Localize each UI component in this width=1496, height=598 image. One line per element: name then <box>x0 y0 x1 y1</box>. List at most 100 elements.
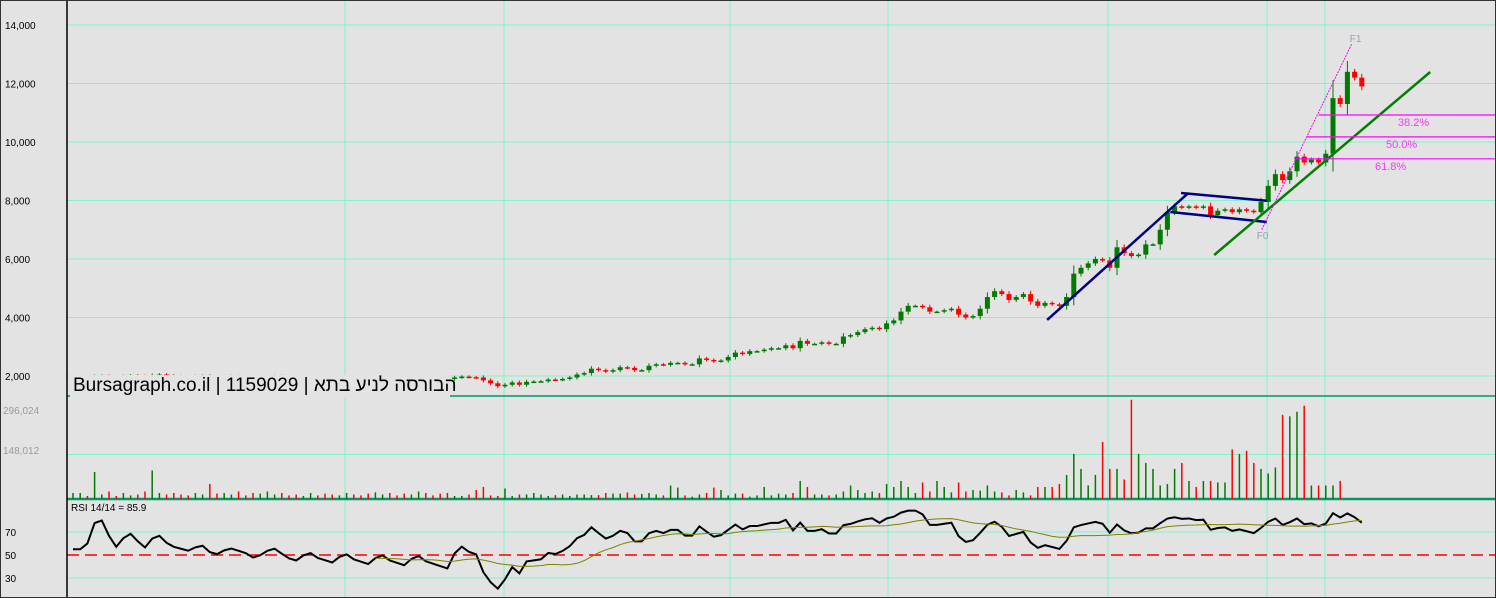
rsi-tick-label: 50 <box>5 551 17 562</box>
candle-down <box>790 345 796 349</box>
candle-up <box>977 308 983 317</box>
candle-up <box>1078 267 1084 274</box>
candle-up <box>696 358 702 365</box>
candle-down <box>1193 206 1199 208</box>
candle-up <box>1143 244 1149 255</box>
candle-up <box>768 348 774 350</box>
candle-up <box>1215 210 1221 216</box>
candle-up <box>1200 206 1206 208</box>
candle-down <box>596 368 602 371</box>
candle-up <box>1085 263 1091 268</box>
candle-up <box>848 335 854 337</box>
candle-up <box>545 379 551 382</box>
candle-up <box>1258 201 1264 213</box>
candle-down <box>1006 294 1012 300</box>
candle-up <box>1272 174 1278 186</box>
candle-up <box>934 311 940 314</box>
candle-down <box>632 367 638 371</box>
candle-down <box>1229 209 1235 213</box>
candle-down <box>660 364 666 366</box>
chart-canvas[interactable]: 14,000 12,000 10,000 8,000 6,000 4,000 2,000 29… <box>0 0 1496 598</box>
candle-up <box>1013 297 1019 300</box>
candle-up <box>891 320 897 324</box>
candle-down <box>704 358 710 360</box>
candle-up <box>588 368 594 374</box>
candle-down <box>1301 156 1307 163</box>
candle-up <box>840 336 846 344</box>
candle-down <box>740 352 746 355</box>
stock-chart-window: 14,000 12,000 10,000 8,000 6,000 4,000 2,000 29… <box>0 0 1496 598</box>
candle-down <box>826 342 832 344</box>
candle-up <box>531 381 537 384</box>
rsi-tick-label: 70 <box>5 528 17 539</box>
candle-up <box>524 381 530 385</box>
candle-down <box>552 379 558 382</box>
candle-up <box>948 308 954 311</box>
candle-up <box>567 377 573 379</box>
candle-up <box>1344 71 1350 104</box>
candle-up <box>1136 254 1142 257</box>
candle-up <box>689 364 695 366</box>
candle-down <box>1028 294 1034 302</box>
candle-up <box>1186 206 1192 208</box>
price-tick-label: 2,000 <box>5 372 30 383</box>
candle-up <box>797 340 803 349</box>
fib-level-label: 38.2% <box>1398 117 1429 129</box>
window-border <box>0 0 1496 598</box>
candle-up <box>941 310 947 312</box>
candle-down <box>1056 304 1062 306</box>
candle-down <box>1049 302 1055 305</box>
candle-down <box>488 380 494 384</box>
candle-up <box>725 356 731 361</box>
candle-up <box>732 352 738 357</box>
price-tick-label: 8,000 <box>5 197 30 208</box>
rsi-tick-label: 30 <box>5 574 17 585</box>
volume-tick-label: 296,024 <box>3 406 40 417</box>
candle-up <box>869 327 875 330</box>
candle-down <box>1359 77 1365 87</box>
candle-up <box>1236 209 1242 213</box>
candle-up <box>776 348 782 350</box>
candle-up <box>668 362 674 365</box>
candle-up <box>747 351 753 355</box>
candle-up <box>833 343 839 346</box>
candle-down <box>1128 253 1134 257</box>
candle-down <box>1244 209 1250 211</box>
candle-up <box>1222 209 1228 211</box>
candle-up <box>675 362 681 365</box>
candle-up <box>610 370 616 372</box>
candle-up <box>560 378 566 381</box>
rsi-signal-line <box>375 518 1362 567</box>
candle-up <box>538 381 544 383</box>
candle-up <box>581 373 587 375</box>
candle-up <box>992 291 998 298</box>
candle-up <box>819 342 825 344</box>
candle-down <box>682 362 688 365</box>
candle-up <box>574 374 580 378</box>
price-tick-label: 10,000 <box>5 138 36 149</box>
candle-up <box>984 297 990 309</box>
watermark-title: Bursagraph.co.il | 1159029 | הבורסה לניע… <box>70 375 457 397</box>
candle-down <box>1179 206 1185 208</box>
candle-up <box>912 305 918 308</box>
candle-up <box>646 365 652 371</box>
price-tick-label: 14,000 <box>5 21 36 32</box>
candle-down <box>920 305 926 308</box>
candle-up <box>1042 302 1048 306</box>
candle-down <box>1337 98 1343 104</box>
candle-down <box>1352 71 1358 78</box>
price-tick-label: 4,000 <box>5 314 30 325</box>
candle-up <box>1092 259 1098 264</box>
channel-line <box>1180 191 1267 203</box>
candle-up <box>898 311 904 321</box>
candle-up <box>754 351 760 353</box>
candle-up <box>459 376 465 379</box>
candle-down <box>1208 206 1214 216</box>
candle-up <box>855 332 861 336</box>
candle-up <box>639 370 645 372</box>
price-tick-label: 6,000 <box>5 255 30 266</box>
candle-down <box>876 327 882 330</box>
candle-down <box>495 383 501 387</box>
rsi-label: RSI 14/14 = 85.9 <box>71 503 147 514</box>
candle-up <box>653 364 659 366</box>
